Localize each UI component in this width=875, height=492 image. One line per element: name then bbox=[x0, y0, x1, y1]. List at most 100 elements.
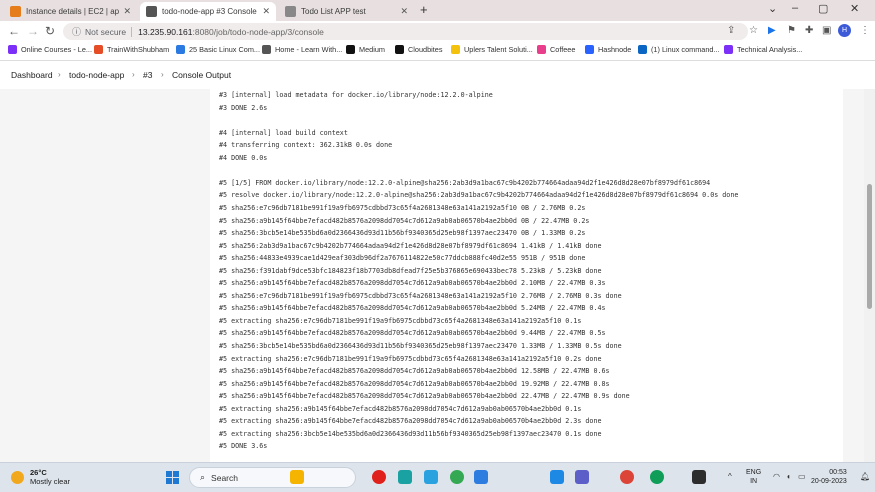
taskbar-search[interactable]: ⌕ Search bbox=[189, 467, 356, 488]
main-content: #3 [internal] load metadata for docker.i… bbox=[0, 89, 875, 462]
terminal-icon[interactable] bbox=[692, 470, 706, 484]
extensions-puzzle-icon[interactable]: ✚ bbox=[805, 25, 813, 36]
tab-todo-app[interactable]: Todo List APP test ✕ bbox=[279, 2, 414, 21]
share-icon[interactable]: ⇪ bbox=[727, 25, 735, 36]
console-line: #5 sha256:a9b145f64bbe7efacd482b8576a209… bbox=[219, 379, 610, 388]
divider bbox=[131, 26, 133, 37]
console-line: #5 sha256:a9b145f64bbe7efacd482b8576a209… bbox=[219, 329, 606, 338]
bookmark-item[interactable]: 25 Basic Linux Com... bbox=[176, 45, 260, 54]
breadcrumb: Dashboard › todo-node-app › #3 › Console… bbox=[0, 61, 875, 90]
console-line: #5 resolve docker.io/library/node:12.2.0… bbox=[219, 191, 739, 200]
bookmark-favicon-icon bbox=[537, 45, 546, 54]
minimize-button[interactable]: – bbox=[792, 2, 798, 14]
security-label: Not secure bbox=[85, 26, 127, 37]
aws-favicon-icon bbox=[10, 6, 21, 17]
info-warning-icon[interactable]: ⓘ bbox=[72, 25, 81, 38]
console-line: #5 sha256:44833e4939cae1d429eaf303db96df… bbox=[219, 254, 586, 263]
chrome-icon[interactable] bbox=[450, 470, 464, 484]
language-indicator[interactable]: ENG IN bbox=[746, 468, 761, 486]
sidebar-icon[interactable]: ▣ bbox=[822, 25, 831, 36]
show-hidden-icons-icon[interactable]: ^ bbox=[728, 472, 732, 481]
reload-button[interactable]: ↻ bbox=[45, 24, 55, 38]
maximize-button[interactable]: ▢ bbox=[818, 2, 828, 15]
breadcrumb-job[interactable]: todo-node-app bbox=[69, 70, 124, 80]
tab-ec2-instance[interactable]: Instance details | EC2 | ap-south ✕ bbox=[4, 2, 137, 21]
close-tab-icon[interactable]: ✕ bbox=[123, 6, 131, 17]
tab-jenkins-console[interactable]: todo-node-app #3 Console [Jenk ✕ bbox=[140, 2, 276, 21]
opera-icon[interactable] bbox=[372, 470, 386, 484]
extension-translate-icon[interactable]: ⚑ bbox=[787, 25, 796, 36]
breadcrumb-build[interactable]: #3 bbox=[143, 70, 152, 80]
back-button[interactable]: ← bbox=[8, 24, 20, 38]
bookmark-favicon-icon bbox=[262, 45, 271, 54]
bookmark-item[interactable]: Coffeee bbox=[537, 45, 575, 54]
bookmark-item[interactable]: (1) Linux command... bbox=[638, 45, 720, 54]
bookmark-item[interactable]: TrainWithShubham bbox=[94, 45, 169, 54]
vertical-scrollbar[interactable] bbox=[864, 89, 875, 462]
bookmark-star-icon[interactable]: ☆ bbox=[749, 25, 758, 36]
bookmark-item[interactable]: Hashnode bbox=[585, 45, 631, 54]
console-line: #4 DONE 0.0s bbox=[219, 153, 268, 162]
close-tab-icon[interactable]: ✕ bbox=[400, 6, 408, 17]
bookmark-favicon-icon bbox=[395, 45, 404, 54]
bookmark-favicon-icon bbox=[585, 45, 594, 54]
profile-avatar[interactable]: H bbox=[838, 24, 851, 37]
breadcrumb-dashboard[interactable]: Dashboard bbox=[11, 70, 53, 80]
close-tab-icon[interactable]: ✕ bbox=[262, 6, 270, 17]
wifi-icon[interactable]: ◠ bbox=[773, 472, 780, 481]
bookmark-item[interactable]: Cloudbites bbox=[395, 45, 442, 54]
store-icon[interactable] bbox=[474, 470, 488, 484]
bookmark-favicon-icon bbox=[724, 45, 733, 54]
console-line: #3 DONE 2.6s bbox=[219, 103, 268, 112]
weather-moon-icon bbox=[11, 470, 24, 484]
console-line: #5 extracting sha256:e7c96db7181be991f19… bbox=[219, 354, 602, 363]
tab-search-dropdown-icon[interactable]: ⌄ bbox=[768, 2, 777, 15]
battery-icon[interactable]: ▭ bbox=[798, 472, 806, 481]
globe-favicon-icon bbox=[285, 6, 296, 17]
chevron-right-icon: › bbox=[161, 70, 164, 79]
windows-start-icon[interactable] bbox=[166, 471, 179, 484]
bookmark-item[interactable]: Online Courses - Le... bbox=[8, 45, 92, 54]
console-line: #5 sha256:3bcb5e14be535bd6a0d2366436d93d… bbox=[219, 342, 622, 350]
notification-bell-icon[interactable]: 🔔︎ bbox=[860, 472, 870, 481]
close-window-button[interactable]: ✕ bbox=[850, 2, 859, 15]
new-tab-button[interactable]: + bbox=[420, 2, 428, 17]
url-host: 13.235.90.161 bbox=[138, 26, 193, 37]
console-line: #5 DONE 3.6s bbox=[219, 442, 268, 451]
file-explorer-icon[interactable] bbox=[290, 470, 304, 484]
bookmark-item[interactable]: Medium bbox=[346, 45, 385, 54]
bookmark-item[interactable]: Home - Learn With... bbox=[262, 45, 342, 54]
console-line: #5 sha256:3bcb5e14be535bd6a0d2366436d93d… bbox=[219, 229, 586, 238]
console-line: #5 sha256:2ab3d9a1bac67c9b4202b774664ada… bbox=[219, 241, 602, 250]
bookmark-favicon-icon bbox=[451, 45, 460, 54]
url-omnibox[interactable]: ⓘ Not secure 13.235.90.161:8080/job/todo… bbox=[63, 23, 748, 40]
menu-kebab-icon[interactable]: ⋮ bbox=[860, 25, 870, 36]
console-line: #5 extracting sha256:a9b145f64bbe7efacd4… bbox=[219, 417, 602, 426]
chevron-right-icon: › bbox=[132, 70, 135, 79]
vscode-icon[interactable] bbox=[550, 470, 564, 484]
console-line: #5 sha256:a9b145f64bbe7efacd482b8576a209… bbox=[219, 304, 606, 313]
bookmark-favicon-icon bbox=[94, 45, 103, 54]
console-line: #5 sha256:e7c96db7181be991f19a9fb6975cdb… bbox=[219, 203, 586, 212]
volume-icon[interactable]: ◖ bbox=[786, 472, 791, 481]
console-output: #3 [internal] load metadata for docker.i… bbox=[210, 89, 843, 462]
chrome-profile-icon[interactable] bbox=[620, 470, 634, 484]
forward-button[interactable]: → bbox=[27, 24, 39, 38]
bookmark-favicon-icon bbox=[8, 45, 17, 54]
bookmark-item[interactable]: Technical Analysis... bbox=[724, 45, 802, 54]
telegram-icon[interactable] bbox=[424, 470, 438, 484]
console-line: #5 extracting sha256:a9b145f64bbe7efacd4… bbox=[219, 404, 582, 413]
console-line: #4 transferring context: 362.31kB 0.0s d… bbox=[219, 141, 393, 150]
bookmark-item[interactable]: Uplers Talent Soluti... bbox=[451, 45, 533, 54]
breadcrumb-console-output[interactable]: Console Output bbox=[172, 70, 231, 80]
scrollbar-thumb[interactable] bbox=[867, 184, 872, 309]
teams-icon[interactable] bbox=[575, 470, 589, 484]
chrome-active-icon[interactable] bbox=[650, 470, 664, 484]
search-icon: ⌕ bbox=[200, 472, 206, 482]
system-clock[interactable]: 00:53 20-09-2023 bbox=[811, 468, 847, 486]
extension-arrow-icon[interactable]: ▶ bbox=[768, 25, 776, 36]
weather-widget[interactable]: 26°C Mostly clear bbox=[11, 468, 70, 486]
edge-icon[interactable] bbox=[398, 470, 412, 484]
console-line: #5 sha256:a9b145f64bbe7efacd482b8576a209… bbox=[219, 392, 630, 401]
windows-taskbar: 26°C Mostly clear ⌕ Search ^ ENG IN ◠ ◖ … bbox=[0, 462, 875, 492]
